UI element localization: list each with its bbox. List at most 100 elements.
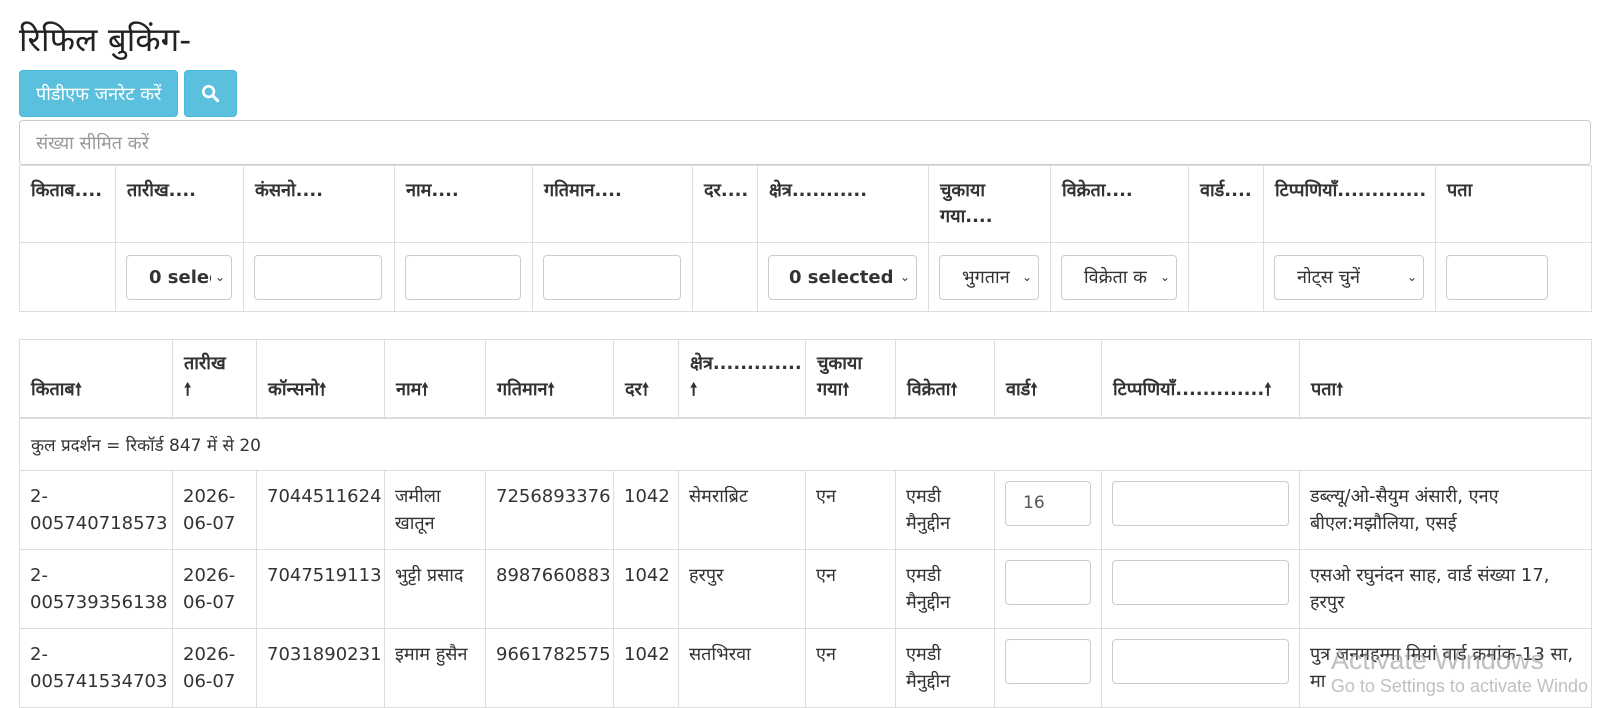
- date-filter-select[interactable]: 0 selec ⌄: [126, 254, 232, 300]
- column-header-area[interactable]: क्षेत्र............. 🠕: [678, 339, 806, 419]
- sort-arrow-icon: 🠕: [1336, 379, 1344, 400]
- filter-cell-book: [19, 242, 116, 312]
- column-label: कॉन्सनो: [268, 378, 320, 400]
- limit-records-input[interactable]: संख्या सीमित करें: [19, 120, 1591, 165]
- cell-mobile: 7256893376: [485, 469, 614, 550]
- ward-input[interactable]: [1005, 638, 1091, 684]
- cell-vendor: एमडी मैनुद्दीन: [895, 548, 995, 629]
- column-label: चुकाया गया: [817, 352, 863, 400]
- filter-cell-ward: [1188, 242, 1264, 312]
- sort-arrow-icon: 🠕: [319, 379, 327, 400]
- vendor-filter-value: विक्रेता क: [1084, 267, 1147, 288]
- cell-book: 2-005739356138: [19, 548, 173, 629]
- area-filter-value: 0 selected: [789, 266, 894, 288]
- page-title: रिफिल बुकिंग-: [19, 20, 192, 59]
- column-label: गतिमान: [497, 378, 548, 400]
- column-label: पता: [1311, 378, 1337, 400]
- windows-activation-watermark: Activate Windows Go to Settings to activ…: [1331, 645, 1588, 697]
- chevron-down-icon: ⌄: [1406, 270, 1417, 284]
- cell-consno: 7031890231: [256, 627, 385, 708]
- cell-consno: 7044511624: [256, 469, 385, 550]
- filter-header-book: किताब....: [19, 165, 116, 243]
- notes-input[interactable]: [1112, 559, 1289, 605]
- mobile-filter-input[interactable]: [543, 254, 681, 300]
- filter-cell-paid: भुगतान ⌄: [928, 242, 1051, 312]
- watermark-title: Activate Windows: [1330, 645, 1544, 675]
- column-header-book[interactable]: किताब🠕: [19, 339, 173, 419]
- column-header-date[interactable]: तारीख 🠕: [172, 339, 257, 419]
- cell-ward: [994, 627, 1102, 708]
- sort-arrow-icon: 🠕: [641, 379, 650, 400]
- cell-address: डब्ल्यू/ओ-सैयुम अंसारी, एनए बीएल:मझौलिया…: [1299, 469, 1592, 550]
- column-label: विक्रेता: [907, 378, 951, 400]
- column-label: तारीख: [184, 352, 226, 374]
- sort-arrow-icon: 🠕: [950, 379, 958, 400]
- cell-rate: 1042: [613, 469, 679, 550]
- generate-pdf-button[interactable]: पीडीएफ जनरेट करें: [19, 70, 179, 117]
- cell-consno: 7047519113: [256, 548, 385, 629]
- address-filter-input[interactable]: [1446, 254, 1548, 300]
- consno-filter-input[interactable]: [254, 254, 382, 300]
- column-header-ward[interactable]: वार्ड🠕: [994, 339, 1102, 419]
- column-header-paid[interactable]: चुकाया गया🠕: [805, 339, 896, 419]
- filter-cell-notes: नोट्स चुनें ⌄: [1263, 242, 1436, 312]
- paid-filter-select[interactable]: भुगतान ⌄: [939, 254, 1039, 300]
- notes-filter-select[interactable]: नोट्स चुनें ⌄: [1274, 254, 1424, 300]
- cell-notes: [1101, 548, 1300, 629]
- sort-arrow-icon: 🠕: [421, 379, 429, 400]
- cell-mobile: 9661782575: [485, 627, 614, 708]
- column-header-rate[interactable]: दर🠕: [613, 339, 679, 419]
- notes-input[interactable]: [1112, 638, 1289, 684]
- ward-input[interactable]: 16: [1005, 480, 1091, 526]
- notes-input[interactable]: [1112, 480, 1289, 526]
- column-header-name[interactable]: नाम🠕: [384, 339, 486, 419]
- search-button[interactable]: [184, 70, 238, 117]
- cell-paid: एन: [805, 469, 896, 550]
- cell-vendor: एमडी मैनुद्दीन: [895, 469, 995, 550]
- filter-cell-area: 0 selected ⌄: [757, 242, 929, 312]
- cell-area: सेमराब्रिट: [678, 469, 806, 550]
- sort-arrow-icon: 🠕: [547, 379, 555, 400]
- sort-arrow-icon: 🠕: [842, 379, 850, 400]
- vendor-filter-select[interactable]: विक्रेता क ⌄: [1061, 254, 1177, 300]
- filter-header-date: तारीख....: [115, 165, 244, 243]
- toolbar: पीडीएफ जनरेट करें: [19, 70, 1600, 117]
- filter-cell-vendor: विक्रेता क ⌄: [1050, 242, 1189, 312]
- name-filter-input[interactable]: [405, 254, 521, 300]
- cell-notes: [1101, 469, 1300, 550]
- filter-header-name: नाम....: [394, 165, 533, 243]
- filter-header-address: पता: [1435, 165, 1592, 243]
- filter-header-ward: वार्ड....: [1188, 165, 1264, 243]
- area-filter-select[interactable]: 0 selected ⌄: [768, 254, 917, 300]
- filter-cell-name: [394, 242, 533, 312]
- column-header-vendor[interactable]: विक्रेता🠕: [895, 339, 995, 419]
- column-label: किताब: [31, 378, 75, 400]
- cell-rate: 1042: [613, 627, 679, 708]
- sort-arrow-icon: 🠕: [690, 379, 698, 400]
- filter-cell-rate: [692, 242, 758, 312]
- cell-date: 2026-06-07: [172, 627, 257, 708]
- column-header-address[interactable]: पता🠕: [1299, 339, 1592, 419]
- column-header-consno[interactable]: कॉन्सनो🠕: [256, 339, 385, 419]
- paid-filter-value: भुगतान: [962, 267, 1010, 288]
- cell-ward: 16: [994, 469, 1102, 550]
- sort-arrow-icon: 🠕: [1264, 379, 1272, 400]
- column-label: वार्ड: [1006, 378, 1031, 400]
- cell-paid: एन: [805, 548, 896, 629]
- cell-area: सतभिरवा: [678, 627, 806, 708]
- cell-mobile: 8987660883: [485, 548, 614, 629]
- cell-paid: एन: [805, 627, 896, 708]
- filter-cell-mobile: [532, 242, 693, 312]
- notes-filter-value: नोट्स चुनें: [1297, 267, 1361, 288]
- cell-notes: [1101, 627, 1300, 708]
- chevron-down-icon: ⌄: [899, 270, 910, 284]
- ward-input[interactable]: [1005, 559, 1091, 605]
- column-header-mobile[interactable]: गतिमान🠕: [485, 339, 614, 419]
- chevron-down-icon: ⌄: [1159, 270, 1170, 284]
- filter-table: किताब.... तारीख.... कंसनो.... नाम.... गत…: [19, 165, 1592, 312]
- column-header-notes[interactable]: टिप्पणियाँ.............🠕: [1101, 339, 1300, 419]
- filter-cell-address: [1435, 242, 1592, 312]
- column-label: टिप्पणियाँ.............: [1113, 378, 1265, 400]
- search-icon: [202, 84, 220, 103]
- filter-header-notes: टिप्पणियाँ.............: [1263, 165, 1436, 243]
